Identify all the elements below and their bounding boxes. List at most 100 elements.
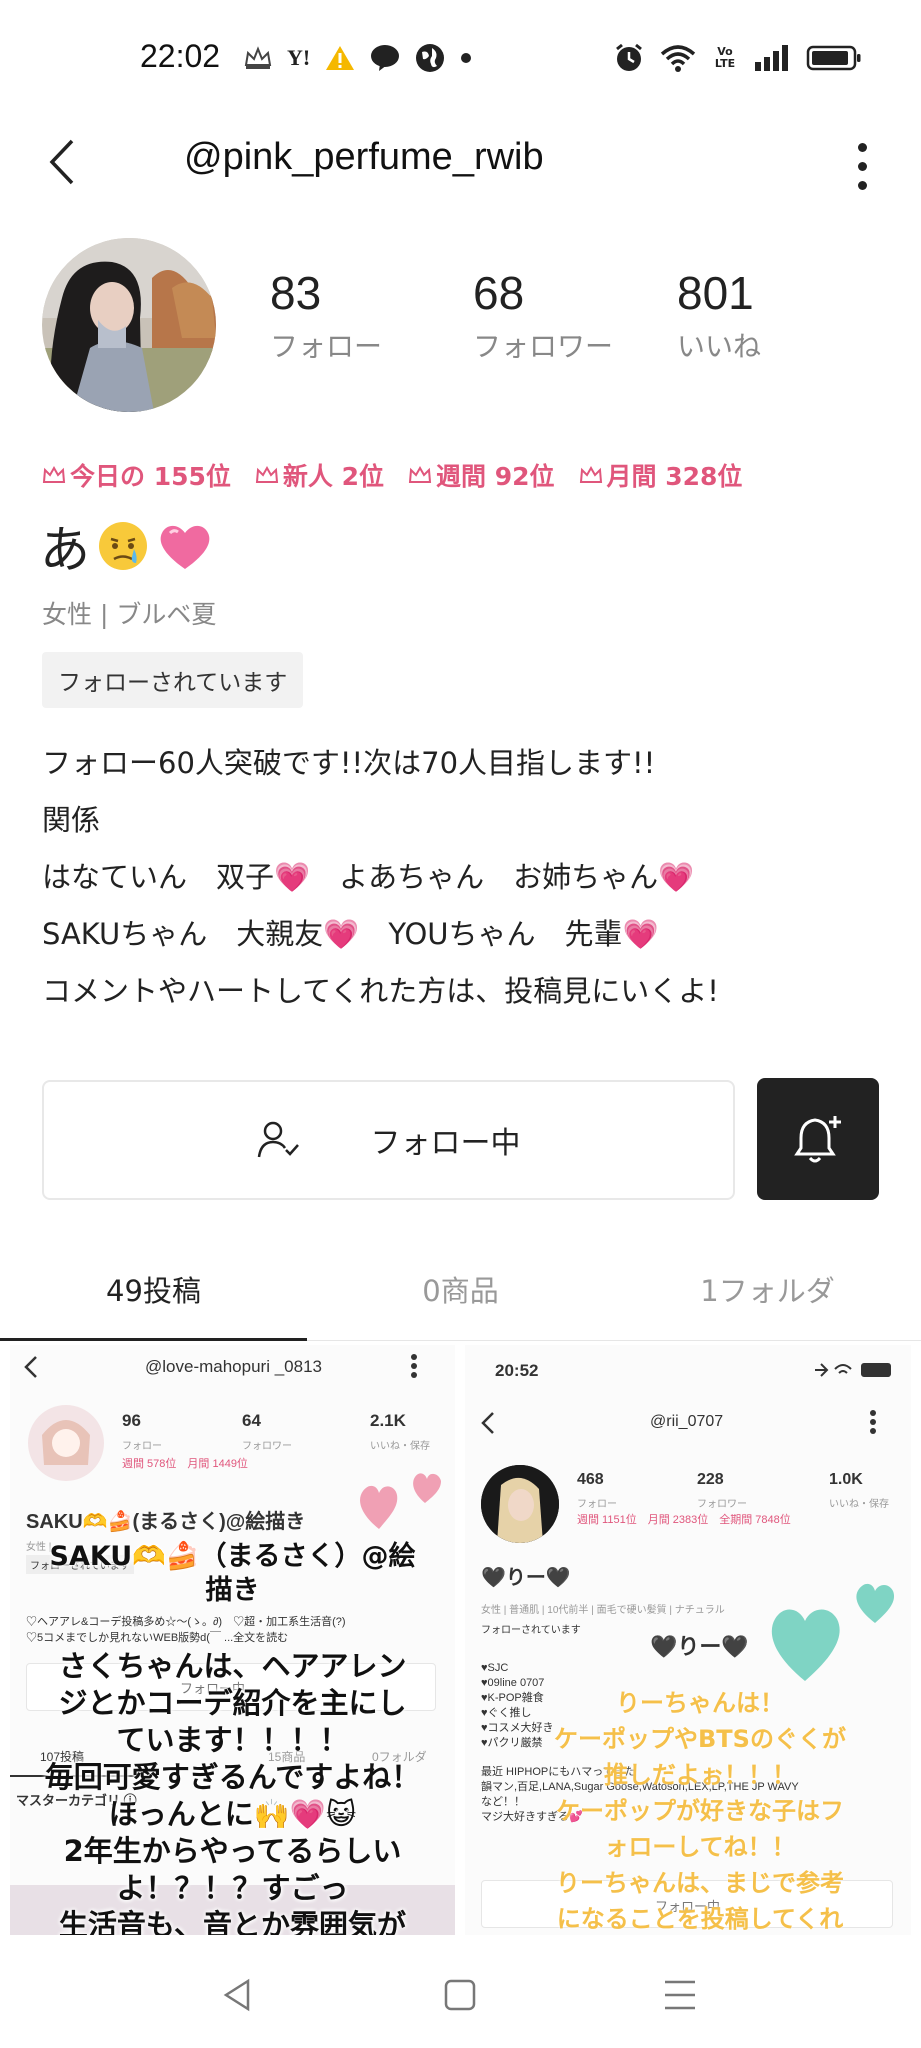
bio-line: はなていん 双子💗 よあちゃん お姉ちゃん💗 [42,860,695,894]
system-back-button[interactable] [210,1967,266,2023]
signal-icon [754,42,790,74]
volte-icon: Vo LTE [714,45,736,70]
page-title: @pink_perfume_rwib [184,136,544,178]
chevron-left-icon [49,139,74,185]
overlay-line: さくちゃんは、ヘアアレン [58,1649,407,1683]
crown-icon [255,465,278,483]
post-bio-line: ♡5コメまでしか見れないWEB版勢d(￣ ...全文を読む [26,1632,289,1644]
rank-weekly-label: 週間 92位 [436,462,555,491]
profile-tabs: 49投稿 0商品 1フォルダ [0,1258,921,1344]
post-handle: @love-mahopuri _0813 [145,1357,322,1376]
post-bio-line: ♡ヘアアレ&コーデ投稿多め☆〜(ゝ。∂) ♡超・加工系生活音(?) [26,1616,346,1628]
display-name: あ [40,510,214,582]
overlay-line: ケーポップが好きな子はフ [556,1797,844,1825]
stat-following-label: フォロー [270,329,383,363]
status-left-icons: Y! [243,40,472,76]
post-profile-name: SAKU🫶🍰(まるさく)@絵描き [26,1511,306,1533]
post-stat-value: 64 [242,1411,261,1430]
crown-icon [579,465,602,483]
post-stat-label: フォロー [122,1441,162,1452]
following-button[interactable]: フォロー中 [42,1080,735,1200]
chevron-left-icon [481,1412,494,1434]
post-stat-value: 2.1K [370,1411,406,1430]
overlay-line: ォローしてね！！ [604,1833,796,1861]
overlay-line: 2年生からやってるらしい [63,1834,402,1868]
stat-likes[interactable]: 801 いいね [677,268,761,365]
system-menu-button[interactable] [652,1967,708,2023]
globe-icon [414,42,446,74]
follows-you-badge: フォローされています [42,652,304,708]
rank-monthly-label: 月間 328位 [606,462,743,491]
more-dot-icon [857,161,867,171]
more-dot-icon [857,142,867,152]
post-overlay-text: SAKU🫶🍰（まるさく）@絵 描き [10,1540,455,1608]
user-check-icon [257,1121,299,1158]
post-stat-value: 1.0K [829,1471,863,1488]
top-nav: @pink_perfume_rwib [0,118,921,210]
alarm-icon [614,42,644,74]
profile-bio: フォロー60人突破です!!次は70人目指します!! 関係 はなていん 双子💗 よ… [42,735,882,1020]
system-home-button[interactable] [432,1967,488,2023]
post-stat-label: フォロー [577,1499,617,1510]
pink-heart-emoji-icon [160,525,210,569]
home-square-icon [444,1979,476,2011]
battery-icon [806,42,862,74]
avatar[interactable] [42,238,216,412]
wifi-icon [660,42,696,74]
teal-hearts-decoration-icon [771,1583,895,1681]
stat-following-count: 83 [270,267,322,319]
rank-badge-monthly[interactable]: 月間 328位 [579,457,743,493]
back-button[interactable] [38,130,86,194]
more-vertical-icon [870,1410,876,1434]
overlay-line: SAKU🫶🍰（まるさく）@絵 [49,1541,416,1572]
bio-line: 関係 [42,803,101,837]
crown-icon [408,465,432,483]
post-stat-value: 468 [577,1471,604,1488]
post-stat-label: フォロワー [242,1441,292,1452]
bio-line: SAKUちゃん 大親友💗 YOUちゃん 先輩💗 [42,917,659,951]
rank-badge-weekly[interactable]: 週間 92位 [408,457,555,493]
system-nav-bar [0,1935,921,2048]
stat-followers[interactable]: 68 フォロワー [473,268,613,365]
dot-icon [460,42,472,74]
post-overlay-name: 🖤りー🖤 [650,1634,749,1659]
following-button-label: フォロー中 [370,1126,521,1161]
overlay-line: よ！？！？すごっ [116,1871,349,1905]
stat-followers-count: 68 [473,267,525,319]
posts-grid: @love-mahopuri _0813 96 フォロー 64 フォロワー 2.… [0,1345,921,1935]
post-card[interactable]: 20:52 @rii_0707 468 フォロー 228 フォロワー 1.0K … [465,1345,911,1935]
rank-badge-daily[interactable]: 今日の 155位 [42,457,231,493]
post-card[interactable]: @love-mahopuri _0813 96 フォロー 64 フォロワー 2.… [10,1345,455,1935]
warning-icon [324,42,356,74]
bio-line: コメントやハートしてくれた方は、投稿見にいくよ! [42,974,719,1008]
post-profile-name: 🖤りー🖤 [481,1567,571,1589]
post-avatar [481,1465,559,1543]
notification-bell-button[interactable] [757,1078,879,1200]
post-bio-line: ♥SJC [481,1662,509,1674]
tab-posts[interactable]: 49投稿 [0,1268,307,1310]
stat-following[interactable]: 83 フォロー [270,268,382,365]
overlay-line: 生活音も、音とか雰囲気が [58,1908,407,1935]
overlay-line: ジとかコーデ紹介を主にし [58,1686,407,1720]
tab-folders[interactable]: 1フォルダ [614,1268,921,1310]
crying-face-emoji-icon [99,522,147,570]
profile-sub-info: 女性 | ブルベ夏 [42,600,217,629]
stat-followers-label: フォロワー [473,329,614,363]
stat-likes-count: 801 [677,267,754,319]
more-options-button[interactable] [842,138,882,194]
rank-badge-newcomer[interactable]: 新人 2位 [255,457,384,493]
overlay-line: になることを投稿してくれ [556,1905,844,1933]
status-icons [815,1363,891,1377]
display-name-text: あ [40,521,90,579]
rank-badges: 今日の 155位 新人 2位 週間 92位 月間 328位 [42,457,742,493]
back-triangle-icon [223,1978,250,2012]
tab-products[interactable]: 0商品 [307,1268,614,1310]
bell-plus-icon [794,1116,841,1163]
bio-line: フォロー60人突破です!!次は70人目指します!! [42,746,656,780]
post-ranks: 週間 578位 月間 1449位 [122,1458,248,1470]
overlay-line: りーちゃんは、まじで参考 [556,1869,844,1897]
overlay-line: 推しだよぉ！！！ [604,1761,796,1789]
status-right-icons: Vo LTE [614,40,862,76]
post-stat-value: 96 [122,1411,141,1430]
active-tab-indicator [0,1338,307,1341]
